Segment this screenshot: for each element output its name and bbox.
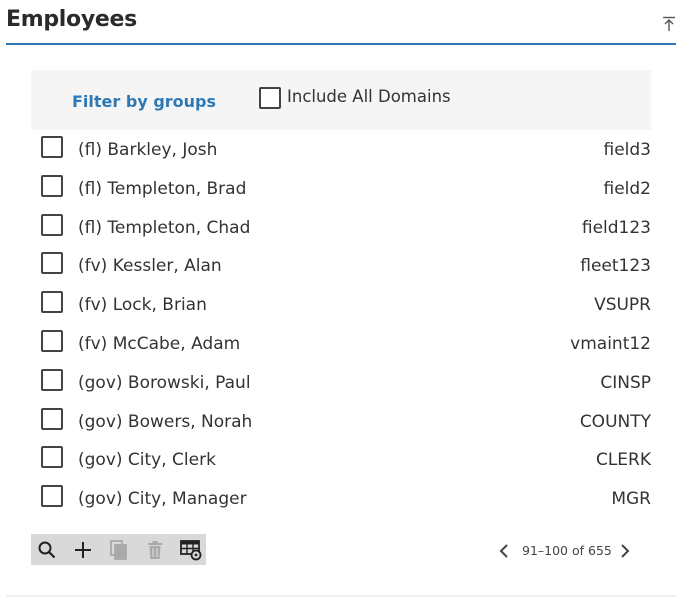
employee-row[interactable]: (fl) Barkley, Josh field3	[31, 136, 651, 174]
employee-checkbox[interactable]	[41, 213, 63, 236]
copy-button[interactable]	[106, 537, 132, 563]
plus-icon	[75, 542, 91, 558]
employee-name: (fv) McCabe, Adam	[78, 334, 241, 354]
employee-name: (gov) Borowski, Paul	[78, 372, 251, 393]
filter-by-groups-link[interactable]: Filter by groups	[72, 92, 216, 111]
search-icon	[38, 541, 56, 559]
list-toolbar	[31, 534, 206, 565]
employee-row[interactable]: (fv) Kessler, Alan fleet123	[31, 252, 651, 290]
employee-checkbox[interactable]	[41, 446, 63, 469]
collapse-to-top-icon[interactable]	[662, 16, 676, 32]
employee-code: VSUPR	[594, 295, 651, 316]
employee-checkbox[interactable]	[41, 136, 63, 158]
page-range-label: 91–100 of 655	[522, 543, 612, 558]
employee-code: MGR	[611, 489, 651, 510]
employee-name: (fv) Lock, Brian	[78, 295, 207, 316]
employee-row[interactable]: (gov) Borowski, Paul CINSP	[31, 368, 651, 407]
chevron-right-icon	[621, 544, 630, 558]
employee-code: field3	[603, 140, 652, 160]
employees-panel: Filter by groups Include All Domains (fl…	[6, 47, 676, 597]
previous-page-button[interactable]	[494, 541, 514, 561]
table-settings-icon	[180, 540, 202, 561]
employees-card: Filter by groups Include All Domains (fl…	[6, 47, 676, 595]
employee-row[interactable]: (gov) Bowers, Norah COUNTY	[31, 407, 651, 446]
copy-icon	[110, 540, 127, 560]
table-settings-button[interactable]	[178, 537, 204, 563]
employee-name: (gov) City, Manager	[78, 489, 247, 510]
employee-row[interactable]: (fv) McCabe, Adam vmaint12	[31, 330, 651, 368]
employees-header: Employees	[6, 0, 676, 45]
next-page-button[interactable]	[615, 541, 635, 561]
employee-row[interactable]: (fl) Templeton, Chad field123	[31, 213, 651, 252]
employee-checkbox[interactable]	[41, 252, 63, 275]
chevron-left-icon	[499, 544, 508, 558]
employee-row[interactable]: (gov) City, Manager MGR	[31, 485, 651, 523]
employee-checkbox[interactable]	[41, 174, 63, 197]
employee-code: field123	[581, 217, 651, 238]
employee-checkbox[interactable]	[41, 407, 63, 430]
include-all-domains-checkbox[interactable]	[259, 87, 281, 109]
employee-name: (fl) Barkley, Josh	[78, 140, 218, 160]
employee-code: fleet123	[580, 256, 651, 277]
employee-checkbox[interactable]	[41, 485, 63, 508]
employee-checkbox[interactable]	[41, 291, 63, 314]
employee-name: (gov) City, Clerk	[78, 450, 216, 471]
employee-row[interactable]: (fv) Lock, Brian VSUPR	[31, 291, 651, 329]
employee-name: (gov) Bowers, Norah	[78, 411, 253, 432]
employee-row[interactable]: (fl) Templeton, Brad field2	[31, 174, 652, 213]
employee-code: vmaint12	[570, 334, 651, 354]
filter-bar: Filter by groups Include All Domains	[31, 70, 651, 130]
employee-row[interactable]: (gov) City, Clerk CLERK	[31, 446, 651, 484]
employee-code: CINSP	[600, 372, 651, 393]
add-button[interactable]	[70, 537, 96, 563]
pagination: 91–100 of 655	[499, 541, 650, 561]
search-button[interactable]	[34, 537, 60, 563]
page-title: Employees	[6, 7, 137, 32]
employee-checkbox[interactable]	[41, 330, 63, 352]
employee-code: CLERK	[595, 450, 651, 471]
employee-code: COUNTY	[579, 411, 651, 432]
delete-button[interactable]	[142, 537, 168, 563]
employee-name: (fl) Templeton, Chad	[78, 217, 251, 238]
employee-code: field2	[603, 178, 652, 199]
employee-checkbox[interactable]	[41, 368, 63, 391]
employee-name: (fl) Templeton, Brad	[78, 178, 247, 199]
include-all-domains-label: Include All Domains	[287, 87, 451, 106]
employee-name: (fv) Kessler, Alan	[78, 256, 222, 277]
trash-icon	[148, 541, 162, 559]
